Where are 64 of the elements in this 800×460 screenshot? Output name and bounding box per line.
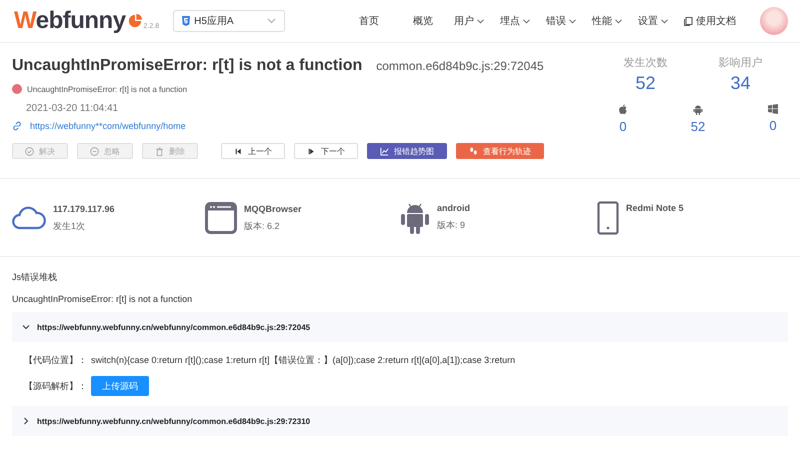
nav-item[interactable]: 错误 [538, 14, 584, 28]
field-label: 【代码位置】： [24, 354, 87, 367]
trash-icon [155, 146, 164, 156]
nav-item[interactable]: 埋点 [492, 14, 538, 28]
document-icon [684, 16, 693, 26]
device-title: android [437, 202, 470, 212]
section-title: Js错误堆栈 [12, 271, 58, 284]
stat-label: 发生次数 [624, 56, 668, 70]
caret-icon [615, 18, 622, 24]
error-message: UncaughtInPromiseError: r[t] is not a function [27, 84, 188, 94]
skip-forward-icon [307, 146, 316, 156]
link-icon [12, 121, 22, 131]
device-title: MQQBrowser [244, 204, 302, 214]
nav-item[interactable]: 性能 [584, 14, 630, 28]
footprints-icon [469, 146, 478, 156]
user-avatar[interactable] [760, 7, 788, 35]
logo-text: Webfunny [14, 8, 126, 34]
pie-logo-icon [128, 14, 142, 28]
action-button[interactable]: 上一个 [221, 143, 285, 159]
skip-back-icon [234, 146, 243, 156]
stack-message: UncaughtInPromiseError: r[t] is not a function [12, 294, 194, 304]
code-line: switch(n){case 0:return r[t]();case 1:return r[t]【错误位置：】(a[0]);case 2:return r[t](a[0],a[1]);case 3:return [91, 354, 516, 367]
caret-icon [661, 18, 668, 24]
page-url-link[interactable]: https://webfunny**com/webfunny/home [30, 121, 186, 131]
caret-icon [477, 18, 484, 24]
error-title: UncaughtInPromiseError: r[t] is not a function [12, 57, 362, 75]
caret-icon [267, 18, 276, 24]
device-detail: 版本: 9 [437, 218, 466, 232]
caret-icon [523, 18, 530, 24]
html5-icon [182, 16, 190, 26]
device-detail: 发生1次 [53, 220, 86, 233]
minus-circle-icon [90, 146, 99, 156]
line-chart-icon [380, 146, 389, 156]
nav-item[interactable]: 首页 [346, 14, 392, 28]
error-dot-icon [12, 84, 22, 94]
action-button[interactable]: 下一个 [294, 143, 358, 159]
source-file: common.e6d84b9c.js:29:72045 [376, 59, 544, 73]
windows-icon [768, 104, 778, 114]
device-title: 117.179.117.96 [53, 204, 115, 214]
stack-frame-header[interactable]: https://webfunny.webfunny.cn/webfunny/common.e6d84b9c.js:29:72310 [12, 406, 788, 436]
phone-icon [597, 200, 619, 234]
action-button[interactable]: 报错趋势图 [367, 143, 447, 159]
platform-count: 0 [619, 119, 627, 134]
device-detail: 版本: 6.2 [244, 220, 281, 232]
browser-window-icon [205, 202, 237, 234]
field-label: 【源码解析】： [24, 380, 87, 392]
error-time: 2021-03-20 11:04:41 [26, 103, 120, 114]
nav-item[interactable]: 用户 [446, 14, 492, 28]
caret-icon [569, 18, 576, 24]
cloud-icon [12, 206, 46, 230]
device-title: Redmi Note 5 [626, 202, 684, 212]
apple-icon [618, 104, 628, 115]
app-select[interactable]: H5应用A [173, 10, 286, 32]
nav-item[interactable]: 设置 [630, 14, 676, 28]
stat-value: 34 [730, 73, 751, 94]
platform-count: 52 [690, 119, 706, 134]
android-icon [693, 104, 703, 115]
check-circle-icon [25, 146, 34, 156]
stat-label: 影响用户 [718, 56, 762, 70]
docs-link[interactable]: 使用文档 [676, 14, 744, 28]
nav-item[interactable]: 概览 [400, 14, 446, 28]
stack-frame-header[interactable]: https://webfunny.webfunny.cn/webfunny/common.e6d84b9c.js:29:72045 [12, 312, 788, 342]
platform-count: 0 [769, 118, 777, 133]
stat-value: 52 [635, 73, 656, 94]
